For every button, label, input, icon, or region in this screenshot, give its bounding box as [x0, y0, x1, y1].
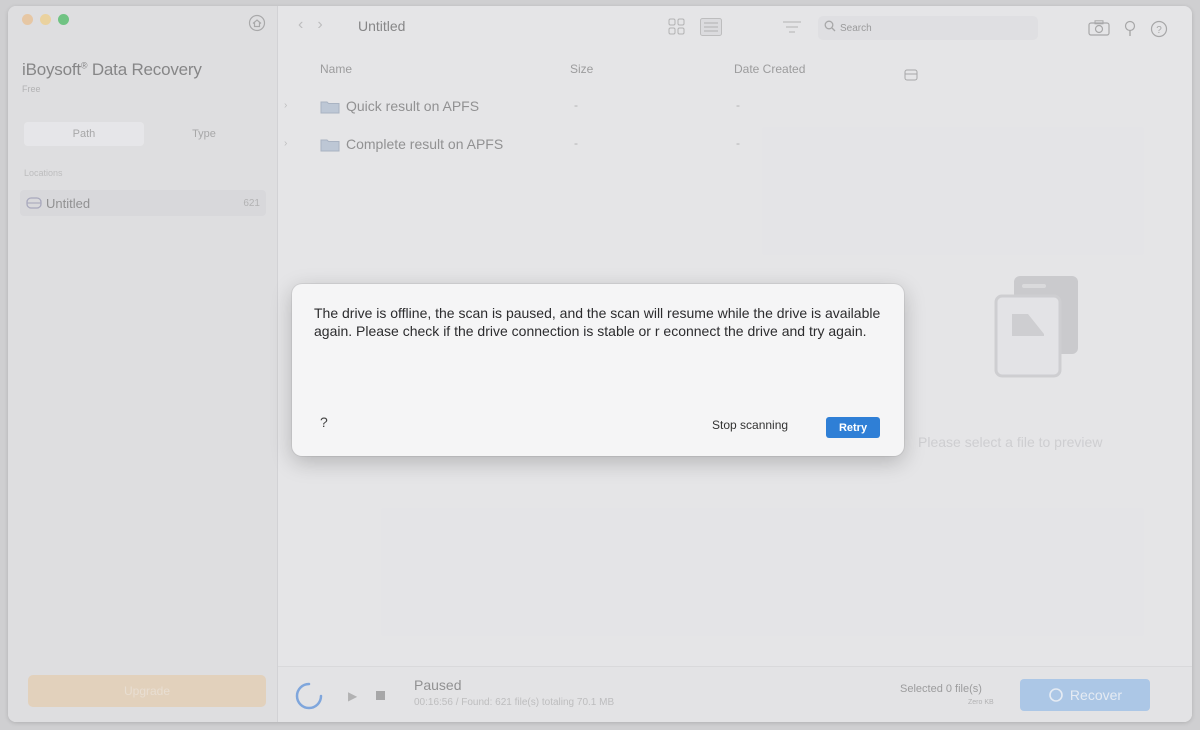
selected-size: Zero KB: [968, 699, 994, 706]
file-preview-icon: [992, 274, 1082, 379]
close-window-button[interactable]: [22, 14, 33, 25]
column-header-name[interactable]: Name: [320, 62, 352, 76]
progress-spinner-icon: [294, 681, 324, 711]
svg-text:?: ?: [1156, 25, 1162, 36]
search-input[interactable]: [840, 22, 1020, 34]
back-icon[interactable]: ‹: [298, 16, 303, 34]
scan-status: Paused: [414, 677, 462, 693]
selected-count: Selected 0 file(s): [900, 683, 982, 695]
tab-path[interactable]: Path: [24, 122, 144, 146]
sidebar-item-label: Untitled: [46, 195, 91, 211]
sidebar-section-label: Locations: [24, 168, 63, 178]
chevron-right-icon[interactable]: ›: [284, 138, 287, 149]
toolbar: ‹ › Untitled Search ?: [278, 6, 1192, 50]
status-bar: ▶ Paused 00:16:56 / Found: 621 file(s) t…: [278, 666, 1192, 722]
sidebar-item-count: 621: [243, 197, 260, 209]
search-icon: [824, 19, 836, 37]
play-icon[interactable]: ▶: [348, 689, 357, 703]
list-item-size: -: [574, 98, 578, 112]
sort-icon[interactable]: [782, 20, 802, 39]
upgrade-button[interactable]: Upgrade: [28, 675, 266, 707]
grid-view-icon[interactable]: [668, 18, 686, 41]
retry-button[interactable]: Retry: [826, 417, 880, 438]
list-item[interactable]: › Complete result on APFS - -: [278, 130, 892, 160]
maximize-window-button[interactable]: [58, 14, 69, 25]
app-edition: Free: [22, 84, 41, 94]
toolbar-right: ?: [1088, 20, 1168, 43]
stop-icon[interactable]: [376, 691, 385, 700]
minimize-window-button[interactable]: [40, 14, 51, 25]
sidebar-item-untitled[interactable]: Untitled 621: [20, 190, 266, 216]
list-view-icon[interactable]: [700, 18, 722, 41]
drive-icon: [26, 196, 42, 210]
window-controls: [22, 14, 69, 25]
folder-icon: [320, 138, 340, 152]
camera-icon[interactable]: [1088, 20, 1110, 43]
search-box[interactable]: [818, 16, 1038, 40]
recover-label: Recover: [1069, 687, 1123, 703]
column-header-size[interactable]: Size: [570, 62, 593, 76]
list-item-name: Quick result on APFS: [346, 98, 480, 114]
list-item-date: -: [736, 98, 740, 112]
offline-drive-dialog: The drive is offline, the scan is paused…: [292, 284, 904, 456]
lightbulb-icon[interactable]: [1124, 20, 1136, 43]
nav-arrows: ‹ ›: [298, 16, 323, 34]
recover-button[interactable]: Recover: [1020, 679, 1150, 711]
folder-icon: [320, 100, 340, 114]
help-button[interactable]: ?: [320, 414, 328, 430]
list-item-name: Complete result on APFS: [346, 136, 504, 152]
dialog-message: The drive is offline, the scan is paused…: [314, 305, 881, 339]
preview-placeholder: Please select a file to preview: [918, 434, 1103, 450]
scan-status-detail: 00:16:56 / Found: 621 file(s) totaling 7…: [414, 697, 615, 708]
tab-type[interactable]: Type: [144, 122, 264, 146]
sidebar: iBoysoft® Data Recovery Free Path Type L…: [8, 6, 278, 722]
list-item[interactable]: › Quick result on APFS - -: [278, 92, 892, 122]
view-switcher: [668, 18, 722, 41]
list-item-date: -: [736, 136, 740, 150]
column-header-date[interactable]: Date Created: [734, 62, 805, 76]
preview-panel: Please select a file to preview: [898, 54, 1192, 664]
recover-icon: [1049, 688, 1063, 702]
forward-icon[interactable]: ›: [317, 16, 322, 34]
list-item-size: -: [574, 136, 578, 150]
toolbar-title: Untitled: [358, 18, 406, 34]
chevron-right-icon[interactable]: ›: [284, 100, 287, 111]
home-icon[interactable]: [248, 14, 268, 34]
sidebar-tabs: Path Type: [24, 122, 264, 146]
stop-scanning-button[interactable]: Stop scanning: [712, 418, 788, 432]
help-icon[interactable]: ?: [1150, 20, 1168, 43]
app-title: iBoysoft® Data Recovery: [22, 60, 202, 79]
